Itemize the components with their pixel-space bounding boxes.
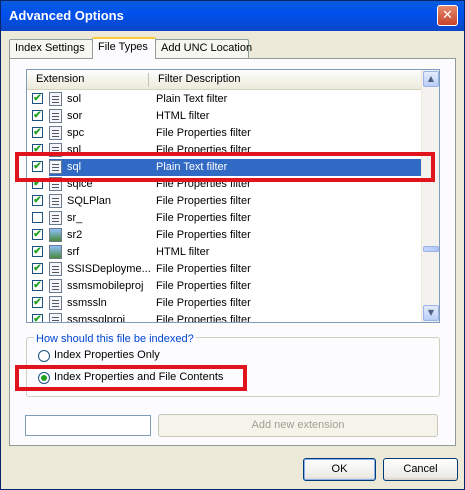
advanced-options-dialog: Advanced Options ✕ Index Settings File T… bbox=[0, 0, 465, 490]
scroll-up-icon[interactable]: ▲ bbox=[423, 71, 439, 87]
include-checkbox[interactable] bbox=[32, 212, 43, 223]
scrollbar-thumb[interactable] bbox=[423, 246, 439, 252]
list-item[interactable]: ✔ SSISDeployme... File Properties filter bbox=[27, 261, 422, 278]
image-file-icon bbox=[49, 228, 62, 242]
list-item[interactable]: ✔ ssmssqlproj File Properties filter bbox=[27, 312, 422, 323]
filter-description: File Properties filter bbox=[156, 212, 251, 224]
text-file-icon bbox=[49, 109, 62, 123]
filter-description: File Properties filter bbox=[156, 280, 251, 292]
text-file-icon bbox=[49, 194, 62, 208]
scroll-down-icon[interactable]: ▼ bbox=[423, 305, 439, 321]
extension-label: SSISDeployme... bbox=[67, 263, 151, 275]
text-file-icon bbox=[49, 313, 62, 322]
certificate-file-icon bbox=[49, 126, 62, 140]
list-item[interactable]: ✔ sr2 File Properties filter bbox=[27, 227, 422, 244]
filter-description: File Properties filter bbox=[156, 314, 251, 323]
extension-label: ssmssln bbox=[67, 297, 107, 309]
extension-label: srf bbox=[67, 246, 80, 258]
list-item[interactable]: ✔ srf HTML filter bbox=[27, 244, 422, 261]
column-divider[interactable] bbox=[148, 73, 149, 87]
ok-button[interactable]: OK bbox=[303, 458, 376, 481]
sql-row-highlight-box bbox=[15, 152, 435, 182]
title-bar: Advanced Options ✕ bbox=[1, 1, 464, 31]
list-item[interactable]: ✔ ssmssln File Properties filter bbox=[27, 295, 422, 312]
include-checkbox[interactable]: ✔ bbox=[32, 246, 43, 257]
add-new-extension-button[interactable]: Add new extension bbox=[158, 414, 438, 437]
extension-label: ssmsmobileproj bbox=[67, 280, 144, 292]
include-checkbox[interactable]: ✔ bbox=[32, 263, 43, 274]
radio-label[interactable]: Index Properties Only bbox=[54, 349, 160, 361]
column-header-extension[interactable]: Extension bbox=[36, 73, 84, 85]
text-file-icon bbox=[49, 262, 62, 276]
vertical-scrollbar[interactable]: ▲ ▼ bbox=[421, 70, 439, 322]
extension-label: sol bbox=[67, 93, 82, 105]
index-method-question: How should this file be indexed? bbox=[34, 333, 196, 345]
list-item[interactable]: ✔ spc File Properties filter bbox=[27, 125, 422, 142]
list-item[interactable]: ✔ SQLPlan File Properties filter bbox=[27, 193, 422, 210]
list-header: Extension Filter Description bbox=[27, 70, 422, 90]
extension-label: sr2 bbox=[67, 229, 83, 241]
extension-label: sor bbox=[67, 110, 83, 122]
list-rows: ✔ sol Plain Text filter ✔ sor HTML filter ✔ spc… bbox=[27, 91, 422, 323]
filter-description: File Properties filter bbox=[156, 263, 251, 275]
list-item[interactable]: ✔ ssmsmobileproj File Properties filter bbox=[27, 278, 422, 295]
extension-label: spc bbox=[67, 127, 85, 139]
file-type-list[interactable]: Extension Filter Description ✔ sol Plain T… bbox=[26, 69, 440, 323]
new-extension-input[interactable] bbox=[25, 415, 151, 436]
text-file-icon bbox=[49, 296, 62, 310]
filter-description: HTML filter bbox=[156, 110, 210, 122]
filter-description: HTML filter bbox=[156, 246, 210, 258]
column-header-filter-description[interactable]: Filter Description bbox=[158, 73, 241, 85]
include-checkbox[interactable]: ✔ bbox=[32, 229, 43, 240]
include-checkbox[interactable]: ✔ bbox=[32, 93, 43, 104]
filter-description: File Properties filter bbox=[156, 229, 251, 241]
text-file-icon bbox=[49, 92, 62, 106]
cancel-button[interactable]: Cancel bbox=[383, 458, 458, 481]
include-checkbox[interactable]: ✔ bbox=[32, 195, 43, 206]
filter-description: File Properties filter bbox=[156, 127, 251, 139]
text-file-icon bbox=[49, 211, 62, 225]
list-item[interactable]: sr_ File Properties filter bbox=[27, 210, 422, 227]
include-checkbox[interactable]: ✔ bbox=[32, 297, 43, 308]
extension-label: SQLPlan bbox=[67, 195, 112, 207]
include-checkbox[interactable]: ✔ bbox=[32, 280, 43, 291]
list-item[interactable]: ✔ sor HTML filter bbox=[27, 108, 422, 125]
filter-description: Plain Text filter bbox=[156, 93, 228, 105]
tab-file-types[interactable]: File Types bbox=[92, 37, 156, 59]
tab-index-settings[interactable]: Index Settings bbox=[9, 39, 93, 58]
extension-label: sr_ bbox=[67, 212, 83, 224]
tab-add-unc-location[interactable]: Add UNC Location bbox=[155, 39, 252, 58]
window-title: Advanced Options bbox=[9, 8, 124, 23]
filter-description: File Properties filter bbox=[156, 297, 251, 309]
extension-label: ssmssqlproj bbox=[67, 314, 126, 323]
filter-description: File Properties filter bbox=[156, 195, 251, 207]
close-icon[interactable]: ✕ bbox=[437, 5, 458, 26]
list-item[interactable]: ✔ sol Plain Text filter bbox=[27, 91, 422, 108]
text-file-icon bbox=[49, 279, 62, 293]
index-option-highlight-box bbox=[15, 365, 247, 391]
include-checkbox[interactable]: ✔ bbox=[32, 314, 43, 322]
include-checkbox[interactable]: ✔ bbox=[32, 110, 43, 121]
include-checkbox[interactable]: ✔ bbox=[32, 127, 43, 138]
image-file-icon bbox=[49, 245, 62, 259]
radio-button-icon[interactable] bbox=[38, 350, 50, 362]
